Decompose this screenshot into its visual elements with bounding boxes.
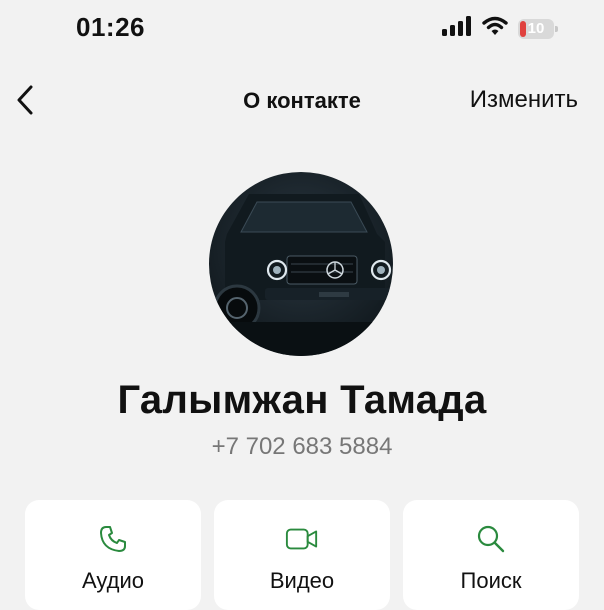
contact-phone: +7 702 683 5884 (211, 433, 393, 460)
battery-icon: 10 (518, 18, 558, 39)
search-icon (474, 524, 508, 554)
signal-icon (442, 16, 472, 41)
audio-label: Аудио (81, 568, 145, 593)
search-label: Поиск (460, 568, 522, 593)
status-bar: 01:26 10 (0, 0, 604, 56)
contact-name: Галымжан Тамада (117, 378, 487, 422)
video-label: Видео (269, 568, 335, 593)
nav-bar: О контакте Изменить (0, 78, 604, 122)
battery-tip (555, 25, 558, 32)
action-buttons: Аудио Видео Поиск (25, 500, 579, 610)
video-call-button[interactable]: Видео (214, 500, 390, 610)
status-icons: 10 (442, 16, 558, 41)
search-button[interactable]: Поиск (403, 500, 579, 610)
battery-level-fill (520, 20, 526, 37)
wifi-icon (482, 16, 508, 41)
status-time: 01:26 (76, 12, 145, 42)
edit-button[interactable]: Изменить (470, 86, 578, 114)
avatar[interactable] (209, 172, 393, 356)
audio-call-button[interactable]: Аудио (25, 500, 201, 610)
video-camera-icon (285, 524, 319, 554)
phone-icon (96, 524, 130, 554)
avatar-image (209, 172, 393, 356)
battery-level: 10 (527, 20, 545, 37)
